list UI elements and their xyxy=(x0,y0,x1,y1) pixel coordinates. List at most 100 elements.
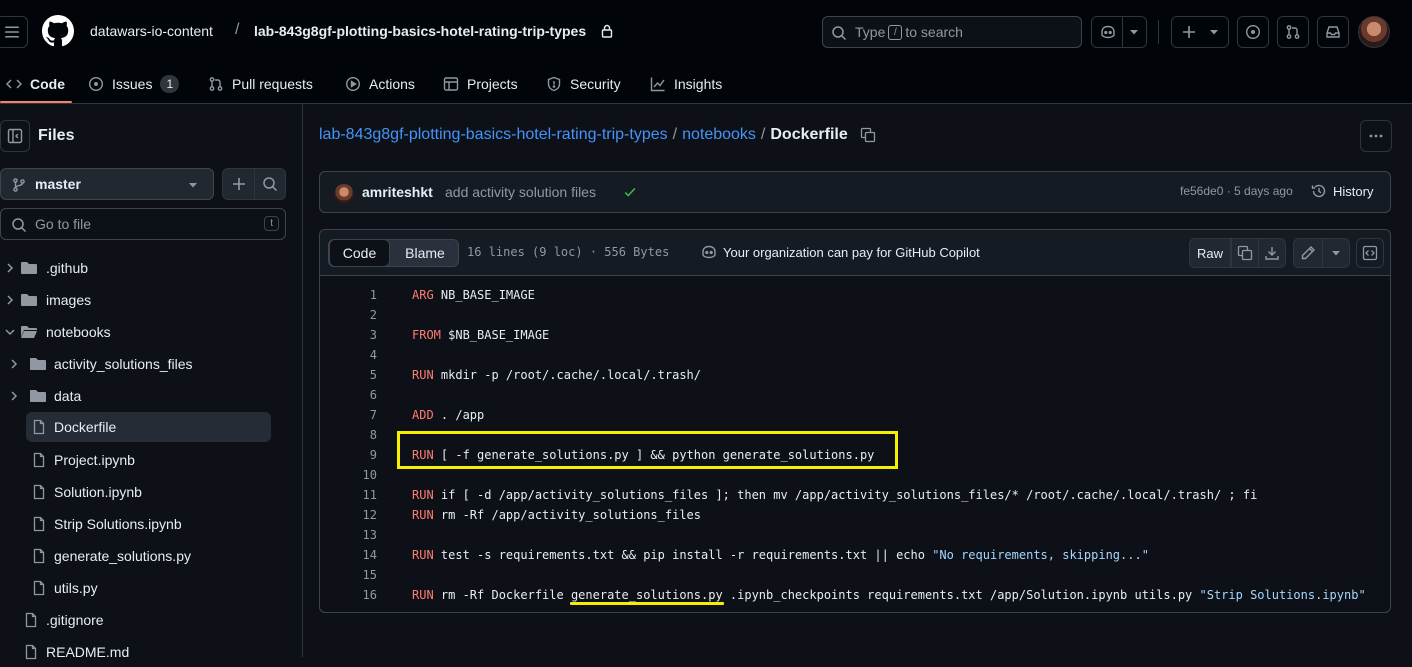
code-line[interactable]: 6 xyxy=(320,385,1390,405)
file-icon xyxy=(31,419,47,435)
breadcrumb-owner[interactable]: datawars-io-content xyxy=(90,23,213,39)
go-to-file-input[interactable]: Go to file t xyxy=(0,208,286,240)
line-number[interactable]: 1 xyxy=(320,285,377,305)
tab-actions[interactable]: Actions xyxy=(345,72,415,96)
copilot-promo[interactable]: Your organization can pay for GitHub Cop… xyxy=(701,244,980,260)
line-number[interactable]: 8 xyxy=(320,425,377,445)
search-code-button[interactable] xyxy=(254,168,286,200)
line-number[interactable]: 12 xyxy=(320,505,377,525)
line-number[interactable]: 7 xyxy=(320,405,377,425)
line-content: RUN test -s requirements.txt && pip inst… xyxy=(412,545,1149,565)
line-number[interactable]: 6 xyxy=(320,385,377,405)
line-number[interactable]: 14 xyxy=(320,545,377,565)
tab-insights-label: Insights xyxy=(674,76,723,92)
code-line[interactable]: 15 xyxy=(320,565,1390,585)
tree-item-strip-solutions-ipynb[interactable]: Strip Solutions.ipynb xyxy=(0,509,286,539)
chevron-right-icon xyxy=(8,358,20,370)
code-line[interactable]: 12 RUN rm -Rf /app/activity_solutions_fil… xyxy=(320,505,1390,525)
code-line[interactable]: 2 xyxy=(320,305,1390,325)
tree-item-dockerfile[interactable]: Dockerfile xyxy=(26,412,271,442)
inbox-button[interactable] xyxy=(1317,16,1349,48)
code-line[interactable]: 16 RUN rm -Rf Dockerfile generate_solutio… xyxy=(320,585,1390,605)
tree-item-label: Solution.ipynb xyxy=(54,484,142,500)
code-line[interactable]: 1 ARG NB_BASE_IMAGE xyxy=(320,285,1390,305)
edit-options-button[interactable] xyxy=(1322,238,1350,268)
go-to-file-placeholder: Go to file xyxy=(35,216,92,232)
copy-raw-button[interactable] xyxy=(1231,238,1259,268)
tree-item-images[interactable]: images xyxy=(0,285,286,315)
download-raw-button[interactable] xyxy=(1258,238,1286,268)
plus-icon xyxy=(1183,26,1195,38)
tab-pull-requests[interactable]: Pull requests xyxy=(208,72,313,96)
tree-item-project-ipynb[interactable]: Project.ipynb xyxy=(0,445,286,475)
branch-selector[interactable]: master xyxy=(0,168,214,200)
commit-hash-time[interactable]: fe56de0 · 5 days ago xyxy=(1180,184,1293,198)
github-logo-icon[interactable] xyxy=(42,15,74,47)
code-line[interactable]: 14 RUN test -s requirements.txt && pip in… xyxy=(320,545,1390,565)
create-new-button[interactable] xyxy=(1171,16,1229,48)
tree-item-utils-py[interactable]: utils.py xyxy=(0,573,286,603)
code-line[interactable]: 5 RUN mkdir -p /root/.cache/.local/.trash… xyxy=(320,365,1390,385)
copilot-promo-text: Your organization can pay for GitHub Cop… xyxy=(723,244,980,260)
tree-item-generate-solutions-py[interactable]: generate_solutions.py xyxy=(0,541,286,571)
line-number[interactable]: 16 xyxy=(320,585,377,605)
code-text: NB_BASE_IMAGE xyxy=(433,288,535,302)
tree-item-readme[interactable]: README.md xyxy=(0,637,286,667)
check-icon[interactable] xyxy=(623,185,637,199)
pull-requests-button[interactable] xyxy=(1277,16,1309,48)
line-number[interactable]: 11 xyxy=(320,485,377,505)
tree-item-solution-ipynb[interactable]: Solution.ipynb xyxy=(0,477,286,507)
code-line[interactable]: 7 ADD . /app xyxy=(320,405,1390,425)
collapse-sidebar-button[interactable] xyxy=(0,120,30,152)
line-number[interactable]: 10 xyxy=(320,465,377,485)
tab-insights[interactable]: Insights xyxy=(650,72,722,96)
line-number[interactable]: 4 xyxy=(320,345,377,365)
search-prefix: Type xyxy=(855,24,886,40)
copilot-button[interactable] xyxy=(1091,16,1147,48)
code-keyword: ADD xyxy=(412,408,434,422)
tree-item-notebooks[interactable]: notebooks xyxy=(0,317,286,347)
add-file-button[interactable] xyxy=(222,168,254,200)
symbols-panel-button[interactable] xyxy=(1356,238,1384,268)
line-number[interactable]: 13 xyxy=(320,525,377,545)
code-line[interactable]: 11 RUN if [ -d /app/activity_solutions_fi… xyxy=(320,485,1390,505)
line-number[interactable]: 15 xyxy=(320,565,377,585)
commit-author-avatar[interactable] xyxy=(334,184,354,204)
blame-view-button[interactable]: Blame xyxy=(390,240,460,266)
tree-item-activity-solutions-files[interactable]: activity_solutions_files xyxy=(0,349,286,379)
search-input[interactable]: Type / to search xyxy=(822,16,1082,48)
tab-issues[interactable]: Issues 1 xyxy=(88,72,180,96)
tab-projects[interactable]: Projects xyxy=(443,72,518,96)
line-number[interactable]: 5 xyxy=(320,365,377,385)
line-number[interactable]: 2 xyxy=(320,305,377,325)
tab-code[interactable]: Code xyxy=(6,72,65,96)
line-number[interactable]: 3 xyxy=(320,325,377,345)
tree-item-data[interactable]: data xyxy=(0,381,286,411)
files-title: Files xyxy=(38,127,75,144)
copy-path-icon[interactable] xyxy=(860,127,876,143)
code-line[interactable]: 3 FROM $NB_BASE_IMAGE xyxy=(320,325,1390,345)
tree-item-gitignore[interactable]: .gitignore xyxy=(0,605,286,635)
menu-button[interactable] xyxy=(0,16,28,48)
code-line[interactable]: 13 xyxy=(320,525,1390,545)
path-repo-link[interactable]: lab-843g8gf-plotting-basics-hotel-rating… xyxy=(319,126,668,144)
history-button[interactable]: History xyxy=(1311,183,1373,199)
user-avatar[interactable] xyxy=(1358,16,1390,48)
breadcrumb-repo[interactable]: lab-843g8gf-plotting-basics-hotel-rating… xyxy=(254,23,586,39)
tree-item-github[interactable]: .github xyxy=(0,253,286,283)
raw-button[interactable]: Raw xyxy=(1189,238,1231,268)
line-number[interactable]: 9 xyxy=(320,445,377,465)
edit-file-button[interactable] xyxy=(1293,238,1323,268)
issues-button[interactable] xyxy=(1237,16,1269,48)
folder-icon xyxy=(20,260,38,276)
commit-author[interactable]: amriteshkt xyxy=(362,184,433,200)
code-line[interactable]: 4 xyxy=(320,345,1390,365)
commit-message[interactable]: add activity solution files xyxy=(445,184,596,200)
code-view-button[interactable]: Code xyxy=(329,239,390,267)
code-text: . /app xyxy=(433,408,485,422)
path-folder-link[interactable]: notebooks xyxy=(682,126,756,144)
git-branch-icon xyxy=(13,178,25,192)
tab-security[interactable]: Security xyxy=(546,72,621,96)
more-options-button[interactable] xyxy=(1360,120,1392,152)
file-icon xyxy=(31,484,47,500)
